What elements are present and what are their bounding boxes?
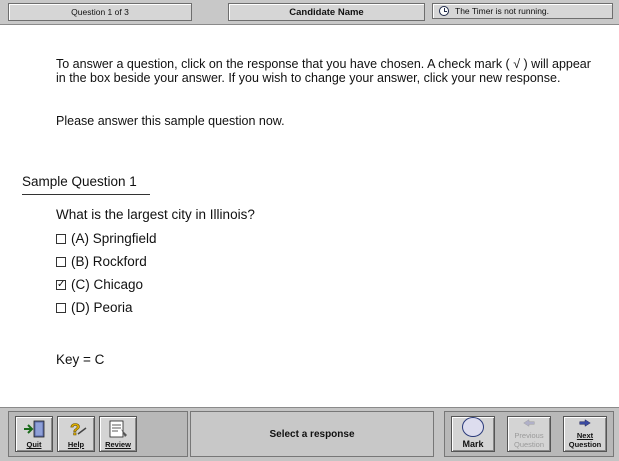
previous-question-button[interactable]: Previous Question xyxy=(507,416,551,452)
option-c[interactable]: ✓ (C) Chicago xyxy=(56,277,143,292)
instructions-text: To answer a question, click on the respo… xyxy=(56,57,591,85)
option-b-letter: (B) xyxy=(71,254,89,269)
quit-label: Quit xyxy=(26,440,42,449)
candidate-name: Candidate Name xyxy=(228,3,425,21)
right-button-panel: Mark Previous Question Next Question xyxy=(444,411,614,457)
checkbox-d[interactable] xyxy=(56,302,66,313)
option-d-letter: (D) xyxy=(71,300,90,315)
top-status-bar: Question 1 of 3 Candidate Name The Timer… xyxy=(0,0,619,25)
title-underline xyxy=(22,194,150,195)
previous-label-line1: Previous xyxy=(514,431,544,440)
timer-status: The Timer is not running. xyxy=(432,3,613,19)
checkbox-c-checked[interactable]: ✓ xyxy=(56,279,66,290)
checkbox-a[interactable] xyxy=(56,233,66,244)
option-d-text: Peoria xyxy=(93,300,133,315)
mark-circle-icon xyxy=(462,417,484,437)
status-message: Select a response xyxy=(269,428,355,440)
review-document-icon xyxy=(109,420,127,438)
mark-button[interactable]: Mark xyxy=(451,416,495,452)
option-c-letter: (C) xyxy=(71,277,90,292)
option-b[interactable]: (B) Rockford xyxy=(56,254,147,269)
previous-label-line2: Question xyxy=(513,440,545,449)
answer-key: Key = C xyxy=(56,352,105,367)
clock-icon xyxy=(439,6,449,16)
mark-label: Mark xyxy=(462,439,484,449)
next-hand-icon xyxy=(579,419,591,427)
help-button[interactable]: ? Help xyxy=(57,416,95,452)
left-button-panel: Quit ? Help Review xyxy=(8,411,188,457)
status-message-panel: Select a response xyxy=(190,411,434,457)
question-counter: Question 1 of 3 xyxy=(8,3,192,21)
option-a-text: Springfield xyxy=(92,231,157,246)
help-label: Help xyxy=(67,440,85,449)
help-question-icon: ? xyxy=(70,420,87,438)
option-c-text: Chicago xyxy=(93,277,144,292)
sample-question-title: Sample Question 1 xyxy=(22,174,137,189)
option-b-text: Rockford xyxy=(92,254,147,269)
review-button[interactable]: Review xyxy=(99,416,137,452)
option-a-letter: (A) xyxy=(71,231,89,246)
svg-text:?: ? xyxy=(70,420,80,438)
previous-hand-icon xyxy=(523,419,535,427)
question-stem: What is the largest city in Illinois? xyxy=(56,207,255,222)
instructions-prompt: Please answer this sample question now. xyxy=(56,114,285,128)
next-label-line2: Question xyxy=(568,440,602,449)
exit-door-icon xyxy=(24,420,45,438)
option-d[interactable]: (D) Peoria xyxy=(56,300,133,315)
next-label-line1: Next xyxy=(576,431,594,440)
quit-button[interactable]: Quit xyxy=(15,416,53,452)
bottom-toolbar: Quit ? Help Review Select a response Mar… xyxy=(0,407,619,461)
next-question-button[interactable]: Next Question xyxy=(563,416,607,452)
review-label: Review xyxy=(105,440,131,449)
option-a[interactable]: (A) Springfield xyxy=(56,231,157,246)
timer-text: The Timer is not running. xyxy=(455,6,550,16)
checkbox-b[interactable] xyxy=(56,256,66,267)
